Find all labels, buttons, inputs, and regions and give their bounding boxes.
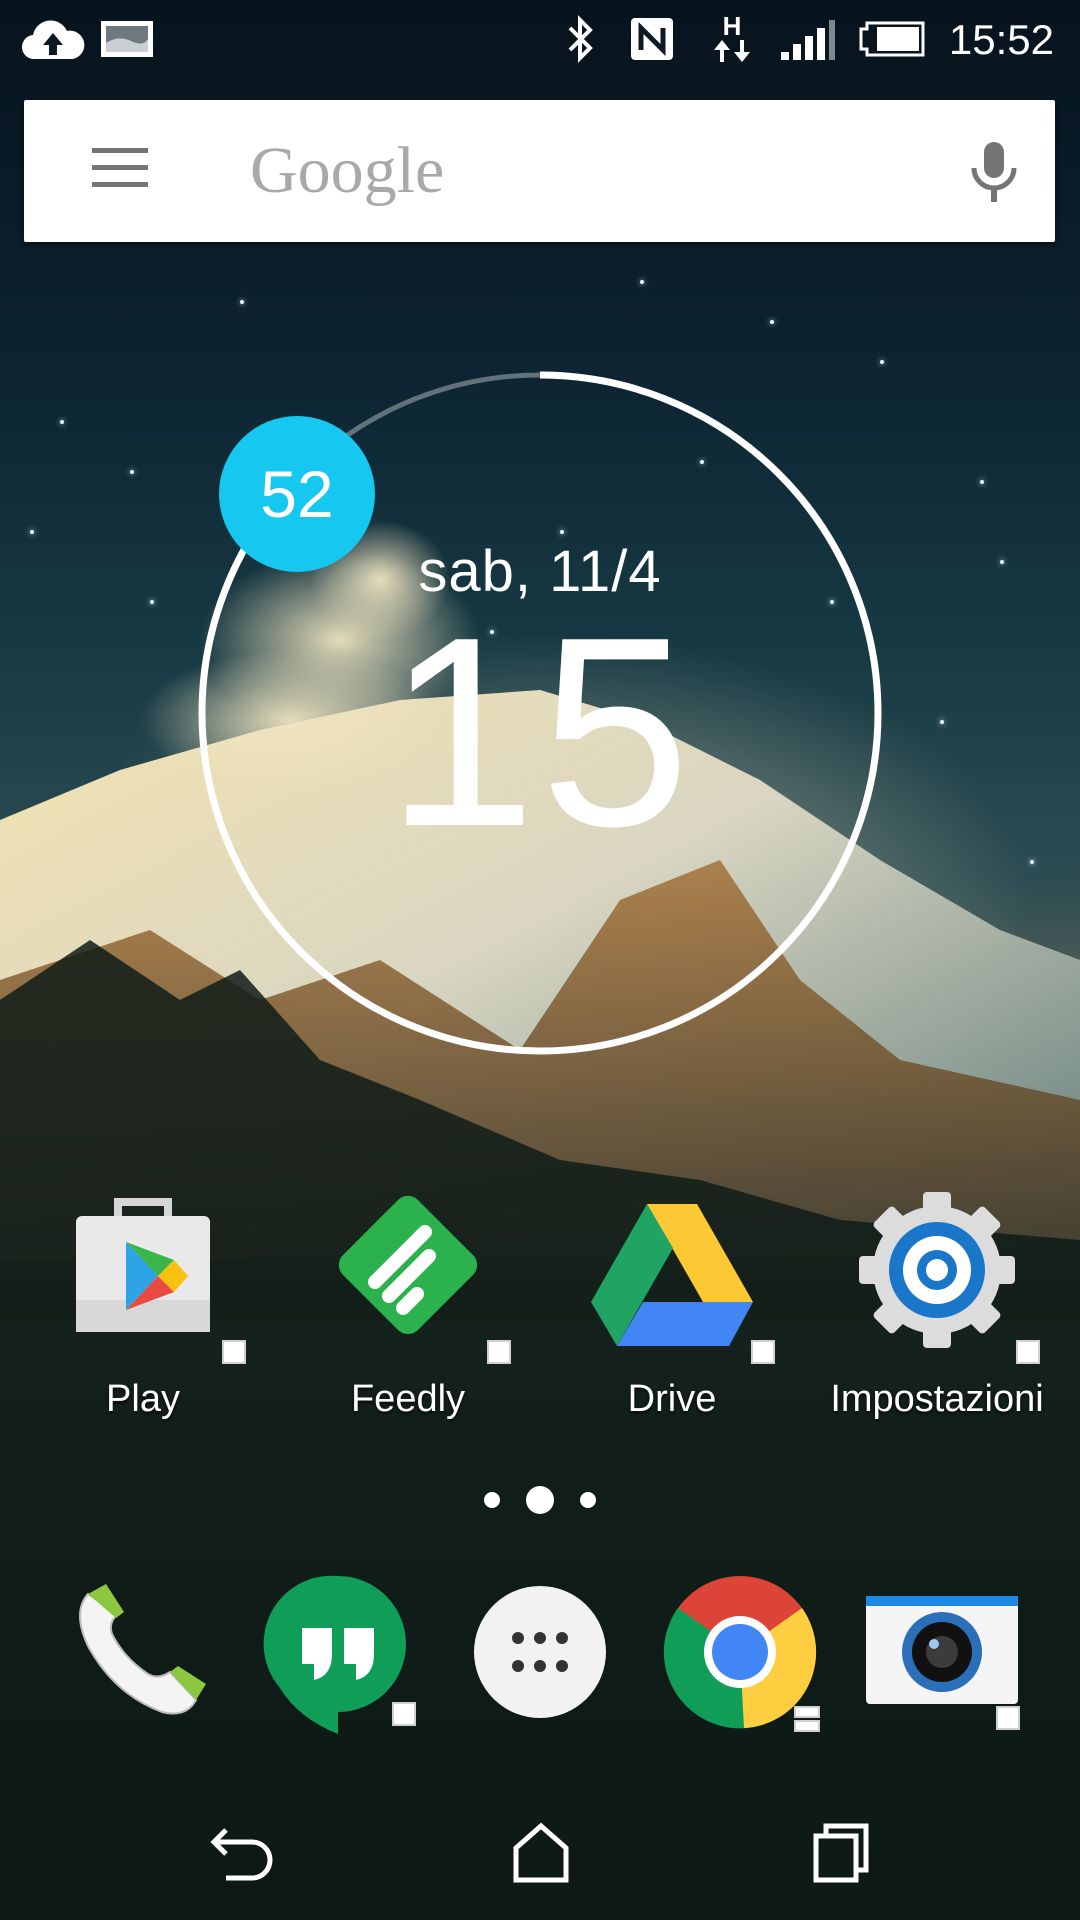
page-indicator (480, 1482, 600, 1518)
app-drawer-icon[interactable] (460, 1572, 620, 1732)
clock-hour: 15 (385, 582, 695, 883)
mic-icon[interactable] (964, 138, 1034, 208)
back-icon[interactable] (196, 1810, 286, 1890)
network-type-label: H (722, 11, 742, 41)
image-icon (98, 14, 156, 64)
clock-minute-badge: 52 (219, 416, 375, 572)
app-label: Feedly (350, 1378, 466, 1420)
home-icon[interactable] (496, 1810, 586, 1890)
chrome-icon[interactable] (660, 1572, 820, 1732)
cloud-upload-icon (20, 14, 86, 64)
menu-icon[interactable] (90, 146, 182, 206)
app-settings[interactable]: Impostazioni (822, 1190, 1052, 1421)
page-dot-current (526, 1486, 554, 1514)
drive-icon (577, 1190, 775, 1364)
bluetooth-icon (560, 14, 600, 64)
app-label: Play (106, 1378, 180, 1420)
google-logo: Google (250, 134, 445, 207)
app-play[interactable]: Play (28, 1190, 258, 1421)
camera-icon[interactable] (862, 1572, 1022, 1732)
app-label: Impostazioni (830, 1378, 1044, 1420)
page-dot (484, 1492, 500, 1508)
feedly-icon (313, 1190, 511, 1364)
app-feedly[interactable]: Feedly (293, 1190, 523, 1421)
settings-icon (842, 1190, 1040, 1364)
hspa-data-icon: H (708, 11, 756, 64)
google-search-bar[interactable]: Google (24, 100, 1055, 242)
app-drive[interactable]: Drive (557, 1190, 787, 1421)
home-screen: H 15:52 Google sab, 11/4 15 52 Play Feed… (0, 0, 1080, 1920)
page-dot (580, 1492, 596, 1508)
status-time: 15:52 (948, 16, 1054, 63)
app-label: Drive (627, 1378, 717, 1420)
nfc-icon (628, 14, 676, 64)
signal-icon (778, 14, 838, 64)
battery-icon (856, 14, 928, 64)
phone-icon[interactable] (58, 1572, 218, 1732)
hangouts-icon[interactable] (258, 1568, 418, 1734)
navigation-bar (0, 1780, 1080, 1920)
recents-icon[interactable] (796, 1810, 886, 1890)
status-bar: H 15:52 (0, 0, 1080, 80)
play-store-icon (48, 1190, 246, 1364)
